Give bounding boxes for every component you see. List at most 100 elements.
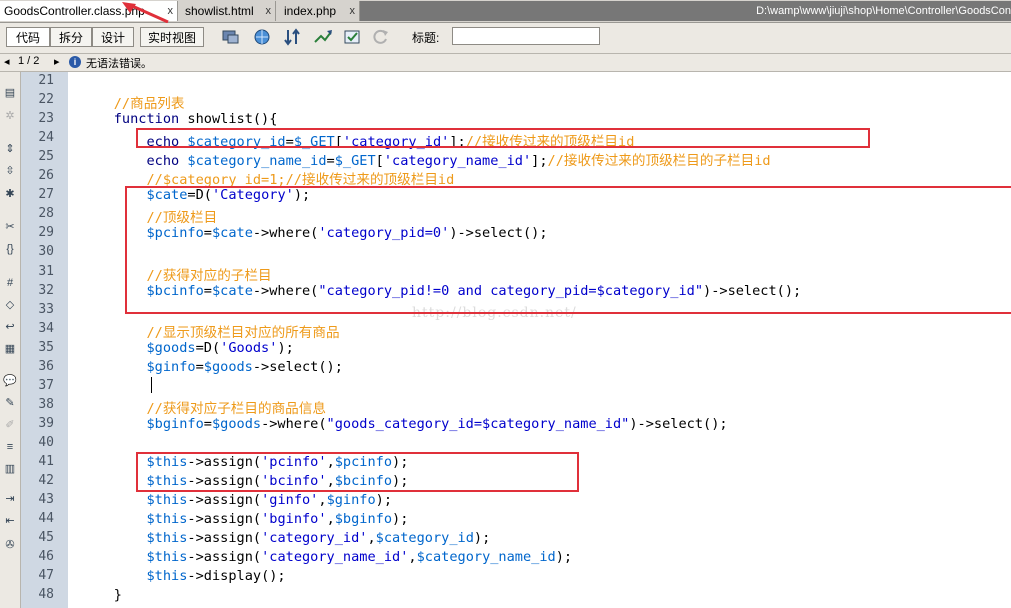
expand-all-icon[interactable]: ✱ — [3, 187, 17, 201]
code-token: $pcinfo — [334, 454, 393, 470]
remove-comment-icon[interactable]: ✎ — [3, 396, 17, 410]
validate-icon[interactable] — [342, 27, 364, 47]
refresh-icon[interactable] — [370, 27, 392, 47]
code-token: //显示顶级栏目对应的所有商品 — [81, 324, 340, 341]
globe-icon[interactable] — [252, 27, 274, 47]
line-number: 45 — [38, 530, 54, 546]
line-number: 43 — [38, 492, 54, 508]
code-token: , — [318, 492, 327, 509]
code-token: $ginfo — [81, 358, 196, 375]
code-token: "goods_category_id=$category_name_id" — [326, 415, 630, 432]
code-token: = — [195, 358, 204, 375]
collapse-tag-icon[interactable]: ⇕ — [3, 142, 17, 156]
code-token: //获得对应的子栏目 — [81, 267, 272, 284]
line-number: 33 — [38, 301, 54, 317]
code-token: )->select(); — [449, 225, 548, 242]
select-parent-tag-icon[interactable]: ✂ — [3, 220, 17, 234]
code-token: $cate — [211, 225, 253, 242]
live-view-button[interactable]: 实时视图 — [140, 27, 204, 47]
code-line: //$category_id=1;//接收传过来的顶级栏目id — [81, 168, 454, 188]
code-token: $this — [81, 530, 188, 547]
line-number: 25 — [38, 149, 54, 165]
code-token: ); — [555, 549, 573, 566]
code-token: $bcinfo — [334, 473, 393, 490]
multiscreen-icon[interactable] — [220, 27, 242, 47]
code-token: [ — [334, 134, 343, 151]
tab-label: index.php — [284, 4, 337, 18]
wrap-tag-icon[interactable]: ✐ — [3, 418, 17, 432]
code-token: $this — [81, 473, 188, 490]
code-line: $this->assign('bginfo',$bginfo); — [81, 511, 408, 530]
collapse-selection-icon[interactable]: ⇳ — [3, 164, 17, 178]
outdent-code-icon[interactable]: ⇤ — [3, 514, 17, 528]
code-token: $category_id — [375, 530, 474, 547]
code-token: 'ginfo' — [261, 492, 319, 509]
code-token: 'Goods' — [220, 339, 278, 356]
code-token: $this — [81, 511, 188, 528]
prev-page-icon[interactable]: ◂ — [4, 55, 10, 68]
line-number: 40 — [38, 434, 54, 450]
code-token: 'bginfo' — [261, 511, 327, 528]
code-token: ); — [392, 511, 409, 528]
code-token: $ginfo — [326, 492, 376, 509]
code-token: } — [81, 587, 122, 604]
code-token: ); — [473, 530, 491, 547]
code-token: echo — [81, 134, 188, 151]
code-token: $cate — [81, 187, 188, 204]
title-input[interactable] — [452, 27, 600, 45]
recent-snippets-icon[interactable]: ≡ — [3, 440, 17, 454]
open-documents-icon[interactable]: ▤ — [3, 86, 17, 100]
syntax-error-icon[interactable]: ▦ — [3, 342, 17, 356]
format-source-icon[interactable]: ✇ — [3, 538, 17, 552]
tab-showlist[interactable]: showlist.html x — [178, 1, 276, 21]
code-token: $goods — [203, 358, 253, 375]
code-line: $this->display(); — [81, 568, 285, 587]
indent-code-icon[interactable]: ⇥ — [3, 492, 17, 506]
close-icon[interactable]: x — [350, 1, 356, 21]
line-number: 41 — [38, 454, 54, 469]
code-token: "category_pid!=0 and category_pid=$categ… — [318, 282, 704, 299]
settings-icon[interactable]: ✲ — [3, 109, 17, 123]
line-numbers-icon[interactable]: # — [3, 276, 17, 290]
code-token: , — [326, 511, 335, 528]
code-editor[interactable]: } $this->display(); $this->assign('categ… — [68, 72, 1011, 608]
code-view-button[interactable]: 代码 — [6, 27, 50, 47]
code-line: $cate=D('Category'); — [81, 187, 310, 206]
next-page-icon[interactable]: ▸ — [54, 55, 60, 68]
code-token: $bginfo — [81, 415, 204, 432]
sort-icon[interactable] — [282, 27, 304, 47]
line-number: 48 — [38, 587, 54, 603]
title-label: 标题: — [412, 31, 440, 45]
code-token: ); — [375, 492, 393, 509]
tab-index[interactable]: index.php x — [276, 1, 360, 21]
close-icon[interactable]: x — [266, 1, 272, 21]
code-token: , — [326, 454, 335, 470]
move-css-icon[interactable]: ▥ — [3, 462, 17, 476]
code-token: ]; — [449, 134, 466, 151]
code-line: $bginfo=$goods->where("goods_category_id… — [81, 415, 727, 435]
balance-braces-icon[interactable]: {} — [3, 242, 17, 256]
word-wrap-icon[interactable]: ↩ — [3, 320, 17, 334]
text-cursor — [151, 377, 152, 393]
code-token: ->assign( — [187, 511, 262, 528]
code-token: $category_name_id — [416, 549, 556, 566]
code-token: //获得对应子栏目的商品信息 — [81, 400, 326, 417]
code-token: ); — [392, 473, 409, 490]
line-number: 21 — [38, 73, 54, 88]
line-number: 22 — [38, 92, 54, 108]
line-number: 42 — [38, 473, 54, 489]
code-line: function showlist(){ — [81, 111, 278, 130]
design-view-button[interactable]: 设计 — [92, 27, 134, 47]
highlight-invalid-icon[interactable]: ◇ — [3, 298, 17, 312]
document-toolbar: 代码 拆分 设计 实时视图 标题: — [0, 23, 1011, 54]
apply-comment-icon[interactable]: 💬 — [3, 374, 17, 388]
code-line: $this->assign('bcinfo',$bcinfo); — [81, 473, 408, 492]
code-token: ->where( — [252, 225, 319, 242]
debug-icon[interactable] — [312, 27, 334, 47]
code-line: //商品列表 — [81, 92, 185, 112]
split-view-button[interactable]: 拆分 — [50, 27, 92, 47]
code-token: showlist(){ — [179, 111, 278, 128]
code-token: //顶级栏目 — [81, 210, 218, 227]
code-token: echo — [81, 153, 188, 170]
file-path: D:\wamp\www\jiuji\shop\Home\Controller\G… — [756, 5, 1011, 17]
